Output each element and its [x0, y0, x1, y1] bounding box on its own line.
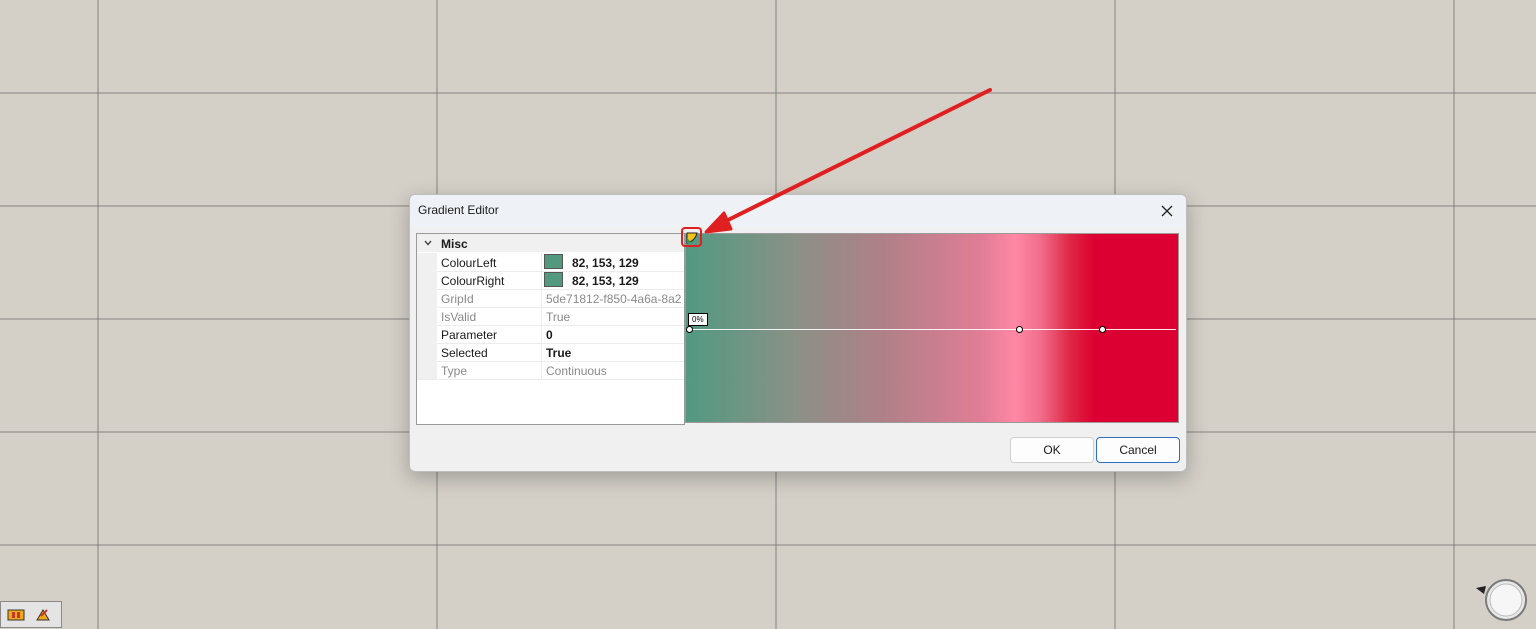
colour-swatch[interactable] — [544, 272, 563, 287]
prop-row-gripid[interactable]: GripId 5de71812-f850-4a6a-8a2e — [417, 289, 684, 308]
prop-row-colourright[interactable]: ColourRight 82, 153, 129 — [417, 271, 684, 290]
category-misc[interactable]: Misc — [417, 234, 684, 252]
canvas-navigator-icon[interactable] — [1474, 578, 1530, 626]
prop-value[interactable]: 0 — [546, 328, 682, 342]
canvas-toolbar — [0, 601, 62, 628]
prop-name: ColourLeft — [441, 256, 497, 270]
prop-row-parameter[interactable]: Parameter 0 — [417, 325, 684, 344]
prop-name: Selected — [441, 346, 488, 360]
prop-row-type[interactable]: Type Continuous — [417, 361, 684, 380]
tool-icon[interactable] — [33, 606, 53, 624]
prop-row-isvalid[interactable]: IsValid True — [417, 307, 684, 326]
gradient-grip[interactable] — [686, 326, 693, 333]
category-label: Misc — [441, 237, 468, 251]
property-grid: Misc ColourLeft 82, 153, 129 ColourRight… — [416, 233, 685, 425]
prop-name: IsValid — [441, 310, 477, 324]
prop-value[interactable]: True — [546, 346, 682, 360]
prop-name: Parameter — [441, 328, 498, 342]
prop-name: Type — [441, 364, 468, 378]
gradient-preview[interactable]: 0% — [685, 233, 1179, 423]
component-icon[interactable] — [6, 606, 26, 624]
dialog-title: Gradient Editor — [418, 203, 499, 217]
annotation-highlight-box — [681, 227, 702, 247]
chevron-down-icon[interactable] — [423, 238, 433, 248]
prop-value: Continuous — [546, 364, 607, 378]
gradient-grip[interactable] — [1099, 326, 1106, 333]
prop-value: True — [546, 310, 571, 324]
prop-row-selected[interactable]: Selected True — [417, 343, 684, 362]
ok-button[interactable]: OK — [1010, 437, 1094, 463]
title-bar[interactable]: Gradient Editor — [410, 195, 1186, 227]
prop-row-colourleft[interactable]: ColourLeft 82, 153, 129 — [417, 253, 684, 272]
cancel-button[interactable]: Cancel — [1096, 437, 1180, 463]
close-button[interactable] — [1154, 199, 1180, 223]
gradient-editor-dialog: Gradient Editor Misc ColourLeft 82, 153,… — [409, 194, 1187, 472]
grip-label: 0% — [688, 313, 708, 326]
colour-swatch[interactable] — [544, 254, 563, 269]
prop-value[interactable]: 82, 153, 129 — [572, 274, 682, 288]
gradient-grip[interactable] — [1016, 326, 1023, 333]
prop-name: GripId — [441, 292, 474, 306]
prop-value: 5de71812-f850-4a6a-8a2e — [546, 292, 682, 306]
prop-name: ColourRight — [441, 274, 505, 288]
close-icon — [1161, 205, 1173, 217]
prop-value[interactable]: 82, 153, 129 — [572, 256, 682, 270]
